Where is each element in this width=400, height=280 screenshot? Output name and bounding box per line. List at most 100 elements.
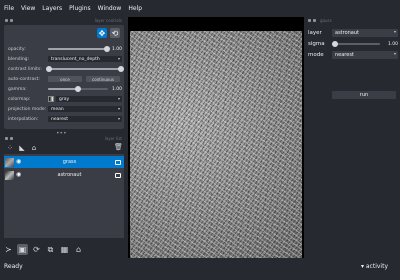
mode-select-value: nearest	[335, 52, 354, 58]
roll-dimensions-icon[interactable]: ⟳	[31, 244, 42, 255]
sigma-slider[interactable]	[332, 40, 380, 47]
mode-select[interactable]: nearest ▾	[332, 51, 398, 59]
dock-close-icon[interactable]	[308, 19, 311, 22]
image-grass	[130, 31, 302, 261]
layer-list-dock-title: layer list	[2, 135, 126, 142]
menu-view[interactable]: View	[21, 5, 35, 12]
chevron-down-icon: ▾	[117, 106, 120, 111]
viewer-canvas[interactable]	[128, 17, 304, 261]
dock-close-icon[interactable]	[5, 137, 8, 140]
new-points-layer-icon[interactable]: ⁘	[6, 144, 14, 152]
visibility-eye-icon[interactable]: ◉	[16, 171, 24, 179]
layer-controls-panel: ✥ ⟲ opacity: 1.00 blending: translucent_…	[4, 25, 124, 129]
dock-title-label: layer controls	[94, 18, 122, 23]
auto-contrast-continuous-button[interactable]: continuous	[86, 76, 120, 82]
new-labels-layer-icon[interactable]: ⌂	[30, 144, 38, 152]
chevron-down-icon: ▾	[117, 96, 120, 101]
dock-float-icon[interactable]	[10, 19, 13, 22]
layer-row-astronaut[interactable]: ◉ astronaut	[4, 169, 124, 181]
auto-contrast-row: auto-contrast: once continuous	[8, 75, 122, 83]
dock-float-icon[interactable]	[10, 137, 13, 140]
layer-buttons: ⁘ ◣ ⌂ 🗑	[4, 142, 124, 153]
opacity-value: 1.00	[111, 46, 122, 52]
opacity-slider-handle[interactable]	[104, 45, 110, 52]
grid-view-icon[interactable]: ▦	[59, 244, 70, 255]
gamma-slider[interactable]	[48, 85, 108, 92]
visibility-eye-icon[interactable]: ◉	[16, 158, 24, 166]
colormap-label: colormap:	[8, 96, 31, 102]
layer-select[interactable]: astronaut ▾	[332, 29, 398, 37]
sigma-slider-handle[interactable]	[332, 40, 338, 47]
gamma-row: gamma: 1.00	[8, 85, 122, 93]
chevron-down-icon: ▾	[117, 56, 120, 61]
interpolation-label: interpolation:	[8, 116, 39, 122]
projection-mode-label: projection mode:	[8, 106, 47, 112]
interpolation-value: nearest	[51, 116, 69, 122]
dock-close-icon[interactable]	[5, 19, 8, 22]
layer-select-value: astronaut	[335, 30, 359, 36]
opacity-row: opacity: 1.00	[8, 45, 122, 53]
menu-help[interactable]: Help	[128, 5, 142, 12]
sigma-row: sigma 1.00	[308, 40, 398, 48]
contrast-limits-range-slider[interactable]	[46, 65, 124, 72]
contrast-limits-label: contrast limits:	[8, 66, 42, 72]
auto-contrast-label: auto-contrast:	[8, 76, 40, 82]
gamma-value: 1.00	[111, 86, 122, 92]
viewer-buttons: ≻ ▣ ⟳ ⧉ ▦ ⌂	[3, 244, 84, 255]
contrast-low-handle[interactable]	[46, 65, 52, 72]
opacity-label: opacity:	[8, 46, 26, 52]
delete-layer-icon[interactable]: 🗑	[114, 143, 123, 151]
transform-mode-icon[interactable]: ⟲	[110, 28, 120, 38]
activity-label: activity	[365, 263, 388, 270]
dock-float-icon[interactable]	[313, 19, 316, 22]
menu-layers[interactable]: Layers	[42, 5, 62, 12]
contrast-limits-row: contrast limits:	[8, 65, 124, 73]
home-icon[interactable]: ⌂	[73, 244, 84, 255]
menubar: File View Layers Plugins Window Help	[0, 0, 400, 17]
sigma-label: sigma	[308, 41, 325, 47]
run-button[interactable]: run	[332, 91, 396, 99]
chevron-down-icon: ▾	[393, 29, 396, 34]
gamma-label: gamma:	[8, 86, 27, 92]
chevron-down-icon: ▾	[393, 51, 396, 56]
projection-mode-value: mean	[51, 106, 64, 112]
colormap-select[interactable]: gray ▾	[56, 96, 122, 102]
image-layer-type-icon	[115, 159, 121, 165]
menu-window[interactable]: Window	[98, 5, 122, 12]
pan-zoom-mode-icon[interactable]: ✥	[97, 28, 107, 38]
status-text: Ready	[4, 263, 23, 270]
layer-thumbnail	[5, 157, 14, 167]
colormap-row: colormap: gray ▾	[8, 95, 122, 103]
layer-controls-dock-title: layer controls	[2, 17, 126, 24]
ndisplay-toggle-icon[interactable]: ▣	[17, 244, 28, 255]
layer-list-title: layer list	[104, 136, 122, 141]
mode-row: mode nearest ▾	[308, 51, 398, 59]
layer-row-grass[interactable]: ◉ grass	[4, 156, 124, 168]
blending-row: blending: translucent_no_depth ▾	[8, 55, 122, 63]
console-icon[interactable]: ≻	[3, 244, 14, 255]
image-layer-type-icon	[115, 172, 121, 178]
gauss-title: gauss	[320, 18, 332, 23]
projection-mode-select[interactable]: mean ▾	[48, 106, 122, 112]
new-shapes-layer-icon[interactable]: ◣	[18, 144, 26, 152]
contrast-high-handle[interactable]	[118, 65, 124, 72]
layer-name: astronaut	[57, 172, 82, 178]
statusbar: Ready ▾ activity	[0, 258, 400, 280]
blending-value: translucent_no_depth	[51, 56, 100, 62]
interpolation-select[interactable]: nearest ▾	[48, 116, 122, 122]
blending-select[interactable]: translucent_no_depth ▾	[48, 56, 122, 62]
transpose-dimensions-icon[interactable]: ⧉	[45, 244, 56, 255]
gamma-slider-handle[interactable]	[75, 85, 81, 92]
blending-label: blending:	[8, 56, 30, 62]
menu-file[interactable]: File	[4, 5, 14, 12]
sigma-value: 1.00	[387, 41, 398, 47]
colormap-swatch	[48, 96, 54, 102]
layer-list: ◉ grass ◉ astronaut	[4, 154, 124, 238]
projection-mode-row: projection mode: mean ▾	[8, 105, 122, 113]
mode-label: mode	[308, 52, 324, 58]
auto-contrast-once-button[interactable]: once	[48, 76, 82, 82]
activity-toggle[interactable]: ▾ activity	[361, 263, 388, 270]
menu-plugins[interactable]: Plugins	[69, 5, 91, 12]
interpolation-row: interpolation: nearest ▾	[8, 115, 122, 123]
opacity-slider[interactable]	[48, 45, 110, 52]
